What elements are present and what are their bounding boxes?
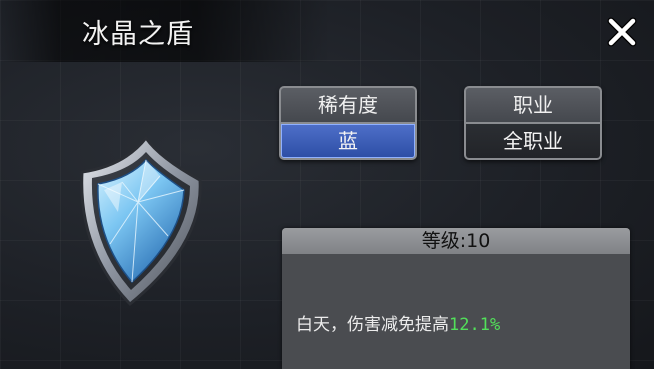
effect-suffix: % — [489, 315, 501, 335]
profession-value: 全职业 — [466, 124, 600, 158]
rarity-value: 蓝 — [281, 124, 415, 158]
effect-value: 12.1 — [449, 315, 490, 335]
item-title: 冰晶之盾 — [82, 19, 194, 50]
rarity-label: 稀有度 — [281, 88, 415, 122]
profession-label: 职业 — [466, 88, 600, 122]
close-icon — [607, 17, 637, 47]
item-stats-box: 等级:10 白天，伤害减免提高12.1% — [282, 228, 630, 369]
rarity-box: 稀有度 蓝 — [279, 86, 417, 160]
ice-crystal-shield-icon — [80, 135, 202, 307]
close-button[interactable] — [604, 14, 640, 50]
effect-description: 白天，伤害减免提高12.1% — [296, 310, 500, 335]
effect-prefix: 白天，伤害减免提高 — [296, 315, 449, 335]
profession-box: 职业 全职业 — [464, 86, 602, 160]
item-detail-panel: 冰晶之盾 稀有度 蓝 职业 全职业 等级:10 白天，伤害减免提高12.1% — [0, 0, 654, 369]
level-label: 等级:10 — [282, 228, 630, 254]
